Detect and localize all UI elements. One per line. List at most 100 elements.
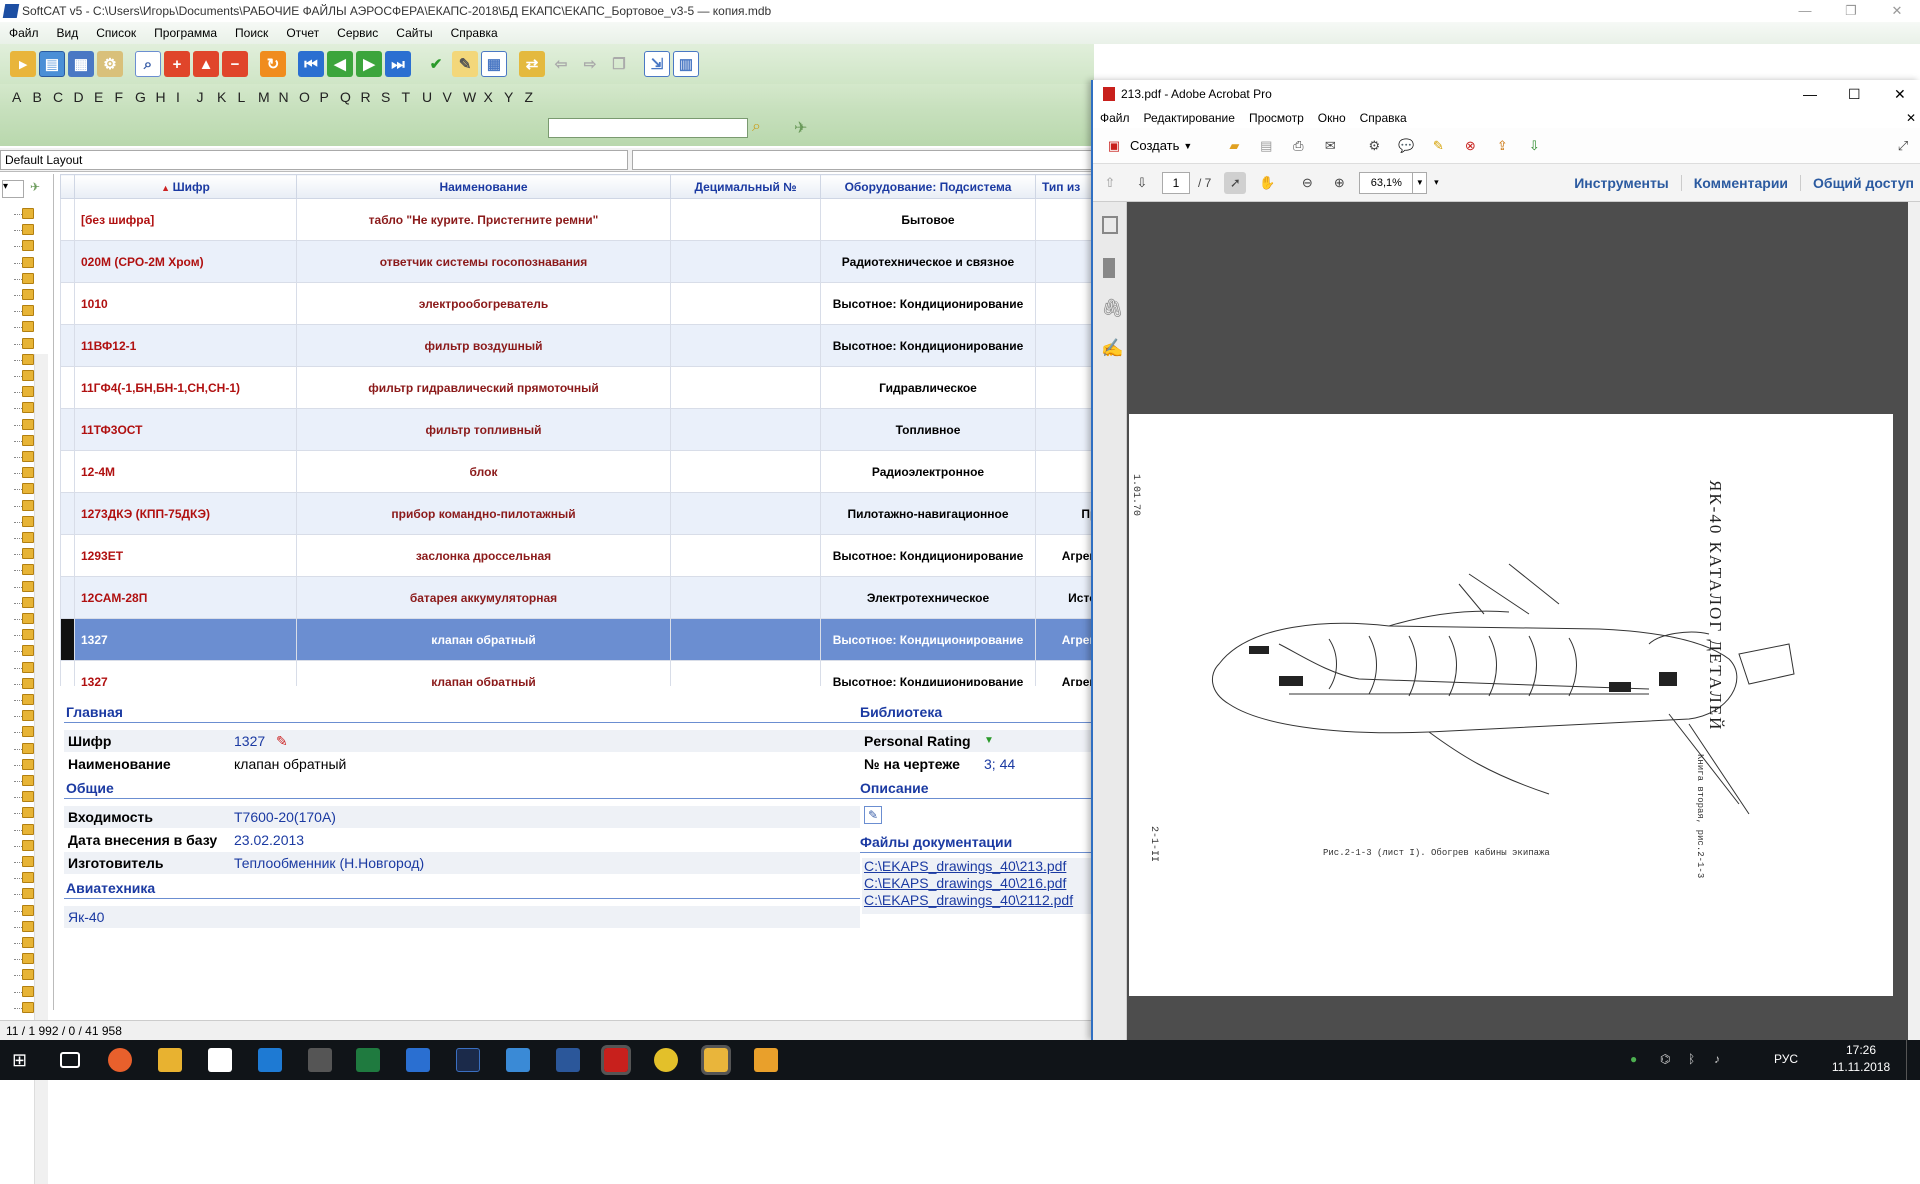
alpha-g[interactable]: G bbox=[135, 89, 156, 105]
create-dropdown-icon[interactable]: ▼ bbox=[1183, 141, 1192, 151]
alpha-z[interactable]: Z bbox=[525, 89, 546, 105]
chrome-icon[interactable] bbox=[654, 1048, 678, 1072]
tree-folder-icon[interactable] bbox=[22, 386, 34, 398]
menu-view[interactable]: Вид bbox=[48, 26, 88, 40]
tree-folder-icon[interactable] bbox=[22, 904, 34, 916]
column-header-type[interactable]: Тип из bbox=[1035, 174, 1094, 199]
tree-folder-icon[interactable] bbox=[22, 823, 34, 835]
alpha-j[interactable]: J bbox=[197, 89, 218, 105]
acrobat-maximize-button[interactable]: ☐ bbox=[1848, 80, 1861, 108]
alpha-r[interactable]: R bbox=[361, 89, 382, 105]
task-view-icon[interactable] bbox=[60, 1052, 80, 1068]
tree-filter-dropdown[interactable]: ▾ bbox=[2, 180, 24, 198]
alpha-d[interactable]: D bbox=[74, 89, 95, 105]
alpha-i[interactable]: I bbox=[176, 89, 197, 105]
tree-folder-icon[interactable] bbox=[22, 839, 34, 851]
signature-icon[interactable]: ✍ bbox=[1101, 338, 1123, 359]
bluetooth-icon[interactable]: ᛒ bbox=[1688, 1052, 1695, 1066]
store-icon[interactable] bbox=[208, 1048, 232, 1072]
more-tools-icon[interactable]: ▾ bbox=[1427, 177, 1445, 188]
tree-folder-icon[interactable] bbox=[22, 726, 34, 738]
acro-menu-close-icon[interactable]: ✕ bbox=[1899, 111, 1920, 125]
tab-comments[interactable]: Комментарии bbox=[1682, 174, 1802, 191]
tree-folder-icon[interactable] bbox=[22, 645, 34, 657]
softcat-taskbar-icon[interactable] bbox=[701, 1045, 731, 1075]
table-row[interactable]: 11ГФ4(-1,БН,БН-1,СН,СН-1) фильтр гидравли… bbox=[60, 366, 1094, 409]
tree-folder-icon[interactable] bbox=[22, 418, 34, 430]
word-icon[interactable] bbox=[556, 1048, 580, 1072]
layout-select[interactable]: Default Layout bbox=[0, 150, 628, 170]
menu-list[interactable]: Список bbox=[87, 26, 145, 40]
date-value[interactable]: 23.02.2013 bbox=[234, 829, 304, 851]
link-icon[interactable]: ⇄ bbox=[519, 51, 545, 77]
close-button[interactable]: ✕ bbox=[1874, 0, 1920, 22]
settings-icon[interactable]: ⚙ bbox=[1363, 135, 1385, 157]
find-icon[interactable]: ⌕ bbox=[135, 51, 161, 77]
zoom-in-icon[interactable]: ⊕ bbox=[1328, 172, 1350, 194]
save-icon[interactable]: ▤ bbox=[1255, 135, 1277, 157]
redact-icon[interactable]: ⊗ bbox=[1459, 135, 1481, 157]
menu-program[interactable]: Программа bbox=[145, 26, 226, 40]
table-row[interactable]: 1293ЕТ заслонка дроссельная Высотное: Конд… bbox=[60, 534, 1094, 577]
alpha-e[interactable]: E bbox=[94, 89, 115, 105]
alpha-k[interactable]: K bbox=[217, 89, 238, 105]
delete-record-icon[interactable]: − bbox=[222, 51, 248, 77]
create-pdf-icon[interactable]: ▣ bbox=[1103, 135, 1125, 157]
show-desktop-button[interactable] bbox=[1906, 1040, 1916, 1080]
hand-tool-icon[interactable]: ✋ bbox=[1256, 172, 1278, 194]
table-view-icon[interactable]: ▦ bbox=[68, 51, 94, 77]
tree-folder-icon[interactable] bbox=[22, 240, 34, 252]
tree-folder-icon[interactable] bbox=[22, 742, 34, 754]
acro-menu-view[interactable]: Просмотр bbox=[1242, 111, 1311, 125]
edit-list-icon[interactable]: ✎ bbox=[452, 51, 478, 77]
maker-value[interactable]: Теплообменник (Н.Новгород) bbox=[234, 852, 424, 874]
back-arrow-icon[interactable]: ⇦ bbox=[548, 51, 574, 77]
create-button[interactable]: Создать bbox=[1130, 138, 1179, 153]
tree-folder-icon[interactable] bbox=[22, 305, 34, 317]
last-record-icon[interactable]: ⏭ bbox=[385, 51, 411, 77]
column-header-name[interactable]: Наименование bbox=[296, 174, 671, 199]
table-row[interactable]: [без шифра] табло "Не курите. Пристегните… bbox=[60, 198, 1094, 241]
tree-folder-icon[interactable] bbox=[22, 321, 34, 333]
print-icon[interactable]: ⎙ bbox=[1287, 135, 1309, 157]
tree-folder-icon[interactable] bbox=[22, 532, 34, 543]
layout-filter-field[interactable] bbox=[632, 150, 1092, 170]
drawing-value[interactable]: 3; 44 bbox=[984, 753, 1015, 775]
tree-folder-icon[interactable] bbox=[22, 564, 34, 576]
acro-menu-edit[interactable]: Редактирование bbox=[1137, 111, 1242, 125]
alpha-c[interactable]: C bbox=[53, 89, 74, 105]
column-header-subsystem[interactable]: Оборудование: Подсистема bbox=[820, 174, 1036, 199]
table-row[interactable]: 020М (СРО-2М Хром) ответчик системы госоп… bbox=[60, 240, 1094, 283]
menu-sites[interactable]: Сайты bbox=[387, 26, 441, 40]
alpha-t[interactable]: T bbox=[402, 89, 423, 105]
tree-folder-icon[interactable] bbox=[22, 353, 34, 365]
bookmarks-icon[interactable] bbox=[1103, 258, 1115, 278]
edge-icon[interactable] bbox=[258, 1048, 282, 1072]
firefox-icon[interactable] bbox=[108, 1048, 132, 1072]
document-view[interactable]: 1.01.70 ЯК-40 КАТАЛОГ ДЕТАЛЕЙ Книга втор… bbox=[1127, 202, 1920, 1040]
next-page-icon[interactable]: ⇩ bbox=[1131, 172, 1153, 194]
tree-folder-icon[interactable] bbox=[22, 208, 34, 219]
tree-folder-icon[interactable] bbox=[22, 872, 34, 884]
rating-dropdown-icon[interactable]: ▼ bbox=[984, 730, 994, 752]
database-icon[interactable]: ▤ bbox=[39, 51, 65, 77]
photoshop-icon[interactable] bbox=[456, 1048, 480, 1072]
tree-folder-icon[interactable] bbox=[22, 451, 34, 462]
windows-icon[interactable]: ❐ bbox=[606, 51, 632, 77]
pages-panel-icon[interactable] bbox=[1102, 216, 1118, 234]
select-tool-icon[interactable]: ➚ bbox=[1224, 171, 1247, 194]
tree-folder-icon[interactable] bbox=[22, 807, 34, 819]
tree-folder-icon[interactable] bbox=[22, 337, 34, 349]
tree-folder-icon[interactable] bbox=[22, 791, 34, 803]
table-row[interactable]: 1010 электрообогреватель Высотное: Кондици… bbox=[60, 282, 1094, 325]
tree-folder-icon[interactable] bbox=[22, 224, 34, 236]
export-icon[interactable]: ⇲ bbox=[644, 51, 670, 77]
entry-value[interactable]: Т7600-20(170А) bbox=[234, 806, 336, 828]
tree-folder-icon[interactable] bbox=[22, 613, 34, 624]
tree-folder-icon[interactable] bbox=[22, 548, 34, 560]
tray-app-icon[interactable]: ● bbox=[1630, 1052, 1637, 1066]
keyboard-language[interactable]: РУС bbox=[1774, 1052, 1798, 1066]
check-icon[interactable]: ✔ bbox=[423, 51, 449, 77]
refresh-icon[interactable]: ↻ bbox=[260, 51, 286, 77]
start-icon[interactable]: ⊞ bbox=[12, 1048, 36, 1072]
